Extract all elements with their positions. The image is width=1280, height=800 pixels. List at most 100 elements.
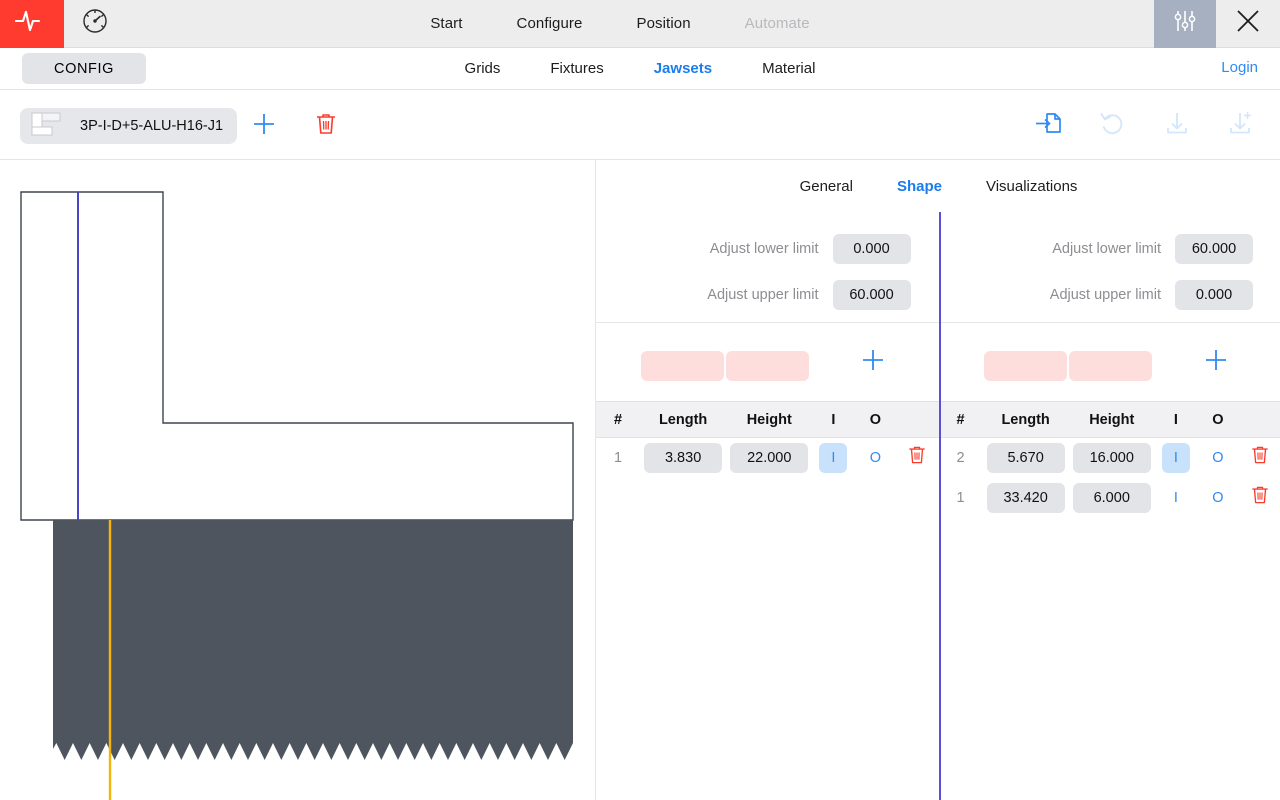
import-file-button[interactable] (1032, 108, 1066, 142)
jaw-profile-outline (20, 191, 574, 521)
left-upper-limit: Adjust upper limit 60.000 (707, 280, 911, 310)
jawset-chip-label: 3P-I-D+5-ALU-H16-J1 (80, 118, 224, 134)
row-inner-toggle[interactable]: I (819, 442, 848, 473)
right-lower-limit-label: Adjust lower limit (1052, 241, 1161, 257)
row-index: 2 (956, 449, 965, 466)
save-button (1160, 108, 1194, 142)
row-index: 1 (956, 489, 965, 506)
app-logo[interactable] (0, 0, 64, 48)
right-lower-limit-input[interactable]: 60.000 (1175, 234, 1253, 264)
col-height: Height (1068, 401, 1155, 438)
col-length: Length (640, 401, 727, 438)
right-lower-limit: Adjust lower limit 60.000 (1052, 234, 1253, 264)
row-index: 1 (613, 449, 623, 466)
row-height-input[interactable]: 16.000 (1072, 442, 1151, 473)
app-root: Start Configure Position Automate CONFIG… (0, 0, 1280, 800)
new-step-right (939, 323, 1280, 401)
new-step-right-length-input[interactable] (983, 351, 1067, 381)
left-lower-limit-input[interactable]: 0.000 (832, 234, 911, 264)
row-length-input[interactable]: 5.670 (986, 442, 1065, 473)
jaw-profile-icon (26, 107, 72, 146)
secondary-nav: Grids Fixtures Jawsets Material (0, 48, 1280, 89)
steps-table-left: # Length Height I O 1 3.830 22.000 I O (596, 401, 939, 478)
table-row: 2 5.670 16.000 I O (939, 438, 1280, 478)
plus-icon (1203, 347, 1229, 378)
jaw-body-toothed (53, 520, 573, 760)
settings-sliders-button[interactable] (1154, 0, 1216, 48)
delete-row-button[interactable] (904, 443, 930, 473)
col-delete (1238, 401, 1280, 438)
table-row: 1 33.420 6.000 I O (939, 478, 1280, 518)
tab-fixtures[interactable]: Fixtures (550, 60, 603, 77)
shape-editor-pane: General Shape Visualizations Adjust lowe… (595, 160, 1280, 800)
left-upper-limit-input[interactable]: 60.000 (832, 280, 911, 310)
top-bar: Start Configure Position Automate (0, 0, 1280, 48)
col-outer: O (854, 401, 897, 438)
left-upper-limit-label: Adjust upper limit (707, 287, 819, 303)
right-upper-limit: Adjust upper limit 0.000 (1050, 280, 1253, 310)
new-step-left (596, 323, 939, 401)
plus-icon (250, 110, 278, 143)
nav-item-configure[interactable]: Configure (517, 15, 583, 32)
close-window-button[interactable] (1216, 0, 1280, 48)
steps-table-right: # Length Height I O 2 5.670 16.000 I O 1… (938, 401, 1280, 518)
table-header-row: # Length Height I O (938, 401, 1280, 438)
tab-general[interactable]: General (800, 178, 853, 195)
tab-shape[interactable]: Shape (897, 178, 942, 195)
add-step-left-button[interactable] (858, 347, 888, 377)
new-step-right-height-input[interactable] (1068, 351, 1152, 381)
sliders-icon (1170, 6, 1200, 41)
row-inner-toggle[interactable]: I (1161, 442, 1190, 473)
delete-row-button[interactable] (1247, 483, 1273, 513)
new-step-left-length-input[interactable] (641, 351, 724, 381)
delete-jawset-button[interactable] (310, 110, 342, 142)
row-inner-toggle[interactable]: I (1162, 483, 1190, 513)
jaw-shape-preview[interactable] (0, 160, 595, 800)
nav-item-position[interactable]: Position (636, 15, 690, 32)
delete-row-button[interactable] (1247, 443, 1273, 473)
col-inner: I (812, 401, 855, 438)
tab-visualizations[interactable]: Visualizations (986, 178, 1077, 195)
jaw-split-divider (938, 212, 941, 800)
steps-table-left-wrap: # Length Height I O 1 3.830 22.000 I O (596, 401, 939, 800)
right-upper-limit-input[interactable]: 0.000 (1175, 280, 1253, 310)
add-step-right-button[interactable] (1201, 347, 1231, 377)
close-icon (1234, 7, 1262, 40)
row-outer-toggle[interactable]: O (1204, 443, 1232, 473)
col-outer: O (1196, 401, 1239, 438)
col-length: Length (982, 401, 1069, 438)
row-outer-toggle[interactable]: O (1204, 483, 1232, 513)
config-button[interactable]: CONFIG (22, 53, 146, 84)
limits-left-jaw: Adjust lower limit 0.000 Adjust upper li… (596, 212, 939, 323)
row-outer-toggle[interactable]: O (861, 443, 889, 473)
right-upper-limit-label: Adjust upper limit (1049, 287, 1161, 303)
col-inner: I (1154, 401, 1197, 438)
trash-icon (906, 443, 928, 472)
login-link[interactable]: Login (1221, 59, 1258, 76)
left-lower-limit-label: Adjust lower limit (709, 241, 819, 257)
row-height-input[interactable]: 6.000 (1072, 482, 1151, 513)
save-as-icon (1226, 108, 1256, 143)
add-jawset-button[interactable] (248, 110, 280, 142)
row-height-input[interactable]: 22.000 (730, 442, 809, 473)
tab-grids[interactable]: Grids (465, 60, 501, 77)
row-length-input[interactable]: 3.830 (644, 442, 723, 473)
nav-item-start[interactable]: Start (430, 15, 462, 32)
row-length-input[interactable]: 33.420 (986, 482, 1065, 513)
trash-icon (313, 110, 339, 143)
import-file-icon (1034, 108, 1064, 143)
table-row: 1 3.830 22.000 I O (596, 438, 939, 478)
new-step-left-height-input[interactable] (726, 351, 809, 381)
tab-jawsets[interactable]: Jawsets (654, 60, 712, 77)
tab-material[interactable]: Material (762, 60, 815, 77)
plus-icon (860, 347, 886, 378)
nav-item-automate: Automate (744, 15, 810, 32)
jawset-chip[interactable]: 3P-I-D+5-ALU-H16-J1 (20, 107, 238, 146)
primary-nav: Start Configure Position Automate (86, 0, 1154, 48)
trash-icon (1249, 443, 1271, 472)
sub-bar: CONFIG Grids Fixtures Jawsets Material L… (0, 48, 1280, 90)
undo-icon (1098, 108, 1128, 143)
save-icon (1162, 108, 1192, 143)
shape-tabs: General Shape Visualizations (596, 160, 1280, 212)
trash-icon (1249, 483, 1271, 512)
